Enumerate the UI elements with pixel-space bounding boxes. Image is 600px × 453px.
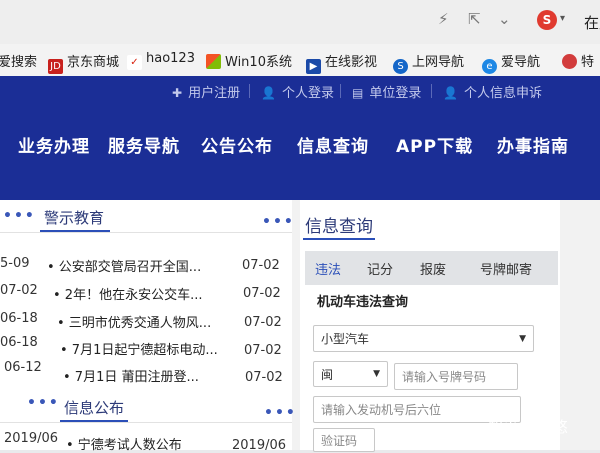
list-item-title[interactable]: • 公安部交管局召开全国... bbox=[47, 256, 201, 275]
partial-icon bbox=[562, 54, 577, 69]
query-tabs: 违法 记分 报废 号牌邮寄 bbox=[305, 251, 558, 285]
lightning-icon[interactable]: ⚡ bbox=[438, 10, 449, 28]
site-header: ✚ 用户注册 👤 个人登录 ▤ 单位登录 👤 个人信息申诉 业务办理 服务导航 公告公布… bbox=[0, 76, 600, 200]
tab-points[interactable]: 记分 bbox=[367, 259, 393, 278]
bookmark-item[interactable]: S 上网导航 bbox=[393, 51, 464, 74]
bookmark-item[interactable]: 特 bbox=[562, 51, 594, 70]
watermark-text: 知乎 @悠悠 bbox=[488, 418, 568, 436]
user-icon: 👤 bbox=[261, 86, 276, 100]
nav-app-download[interactable]: APP下载 bbox=[396, 132, 473, 157]
section-title-notice: 信息公布 bbox=[64, 399, 125, 417]
ie-icon: e bbox=[482, 59, 497, 74]
section-title-education: 警示教育 bbox=[44, 209, 105, 227]
chevron-down-icon[interactable]: ⌄ bbox=[498, 10, 511, 28]
hao123-icon: ✓ bbox=[127, 55, 142, 70]
bookmark-item[interactable]: 爱搜索 bbox=[0, 51, 37, 70]
nav-info-query[interactable]: 信息查询 bbox=[297, 132, 369, 157]
bookmark-item[interactable]: ✓ hao123 bbox=[127, 51, 195, 70]
more-button-left[interactable]: ••• bbox=[3, 208, 36, 224]
bookmark-item[interactable]: JD 京东商城 bbox=[48, 51, 119, 74]
list-item-title[interactable]: • 7月1日起宁德超标电动... bbox=[60, 339, 218, 358]
plus-icon: ✚ bbox=[172, 86, 183, 100]
left-date: 06-12 bbox=[4, 360, 42, 375]
divider bbox=[249, 84, 250, 98]
util-personal-login[interactable]: 👤 个人登录 bbox=[261, 82, 334, 101]
list-item-date: 07-02 bbox=[242, 258, 280, 273]
nav-service-guide[interactable]: 服务导航 bbox=[108, 132, 180, 157]
nav-business[interactable]: 业务办理 bbox=[18, 132, 90, 157]
bookmarks-bar: 爱搜索 JD 京东商城 ✓ hao123 Win10系统 ▶ 在线影视 S 上网导航 e… bbox=[0, 44, 600, 77]
tab-plate-mail[interactable]: 号牌邮寄 bbox=[480, 259, 532, 278]
list-item-title[interactable]: • 2年！他在永安公交车... bbox=[53, 284, 202, 303]
document-icon: ▤ bbox=[352, 86, 364, 100]
list-item-date: 2019/06 bbox=[232, 438, 287, 453]
divider bbox=[340, 84, 341, 98]
windows-icon bbox=[206, 54, 221, 69]
list-item-date: 07-02 bbox=[245, 370, 283, 385]
form-title: 机动车违法查询 bbox=[317, 295, 409, 310]
nav-guide[interactable]: 办事指南 bbox=[497, 132, 569, 157]
vehicle-type-select[interactable]: 小型汽车 ▼ bbox=[313, 325, 534, 352]
bookmark-item[interactable]: e 爱导航 bbox=[482, 51, 540, 74]
browser-toolbar: ⚡ ⇱ ⌄ S ▾ 在此 bbox=[0, 0, 600, 44]
section-divider bbox=[0, 422, 292, 423]
bookmark-item[interactable]: ▶ 在线影视 bbox=[306, 51, 377, 74]
more-button-education[interactable]: ••• bbox=[262, 214, 295, 230]
sogou-icon[interactable]: S bbox=[537, 10, 557, 30]
caret-down-icon: ▼ bbox=[373, 369, 380, 379]
film-icon: ▶ bbox=[306, 59, 321, 74]
left-date: 2019/06 bbox=[4, 431, 59, 446]
left-date: 07-02 bbox=[0, 283, 38, 298]
nav-announcements[interactable]: 公告公布 bbox=[201, 132, 273, 157]
section-title-query: 信息查询 bbox=[305, 217, 373, 237]
list-item-title[interactable]: • 宁德考试人数公布 bbox=[66, 434, 182, 453]
list-item-date: 07-02 bbox=[243, 286, 281, 301]
dropdown-caret-icon[interactable]: ▾ bbox=[560, 13, 565, 24]
list-item-title[interactable]: • 三明市优秀交通人物风... bbox=[57, 312, 211, 331]
left-date: 5-09 bbox=[0, 256, 30, 271]
left-date: 06-18 bbox=[0, 311, 38, 326]
jd-icon: JD bbox=[48, 59, 63, 74]
more-button-left-bottom[interactable]: ••• bbox=[27, 395, 60, 411]
tab-scrap[interactable]: 报废 bbox=[420, 259, 446, 278]
section-divider bbox=[0, 232, 292, 233]
util-appeal[interactable]: 👤 个人信息申诉 bbox=[443, 82, 542, 101]
section-underline bbox=[303, 238, 375, 240]
list-item-date: 07-02 bbox=[244, 343, 282, 358]
list-item-date: 07-02 bbox=[244, 315, 282, 330]
more-button-notice[interactable]: ••• bbox=[264, 405, 297, 421]
util-register[interactable]: ✚ 用户注册 bbox=[172, 82, 240, 101]
plate-number-input[interactable]: 请输入号牌号码 bbox=[394, 363, 518, 390]
bookmark-item[interactable]: Win10系统 bbox=[206, 51, 292, 70]
tab-violation[interactable]: 违法 bbox=[315, 259, 341, 278]
list-item-title[interactable]: • 7月1日 莆田注册登... bbox=[63, 366, 199, 385]
caret-down-icon: ▼ bbox=[519, 333, 526, 344]
captcha-input[interactable]: 验证码 bbox=[313, 428, 375, 452]
divider bbox=[431, 84, 432, 98]
province-select[interactable]: 闽 ▼ bbox=[313, 361, 388, 387]
browser-title-fragment: 在此 bbox=[584, 14, 600, 32]
share-icon[interactable]: ⇱ bbox=[468, 10, 481, 28]
user-icon: 👤 bbox=[443, 86, 458, 100]
nav-icon: S bbox=[393, 59, 408, 74]
util-unit-login[interactable]: ▤ 单位登录 bbox=[352, 82, 421, 101]
left-date: 06-18 bbox=[0, 335, 38, 350]
